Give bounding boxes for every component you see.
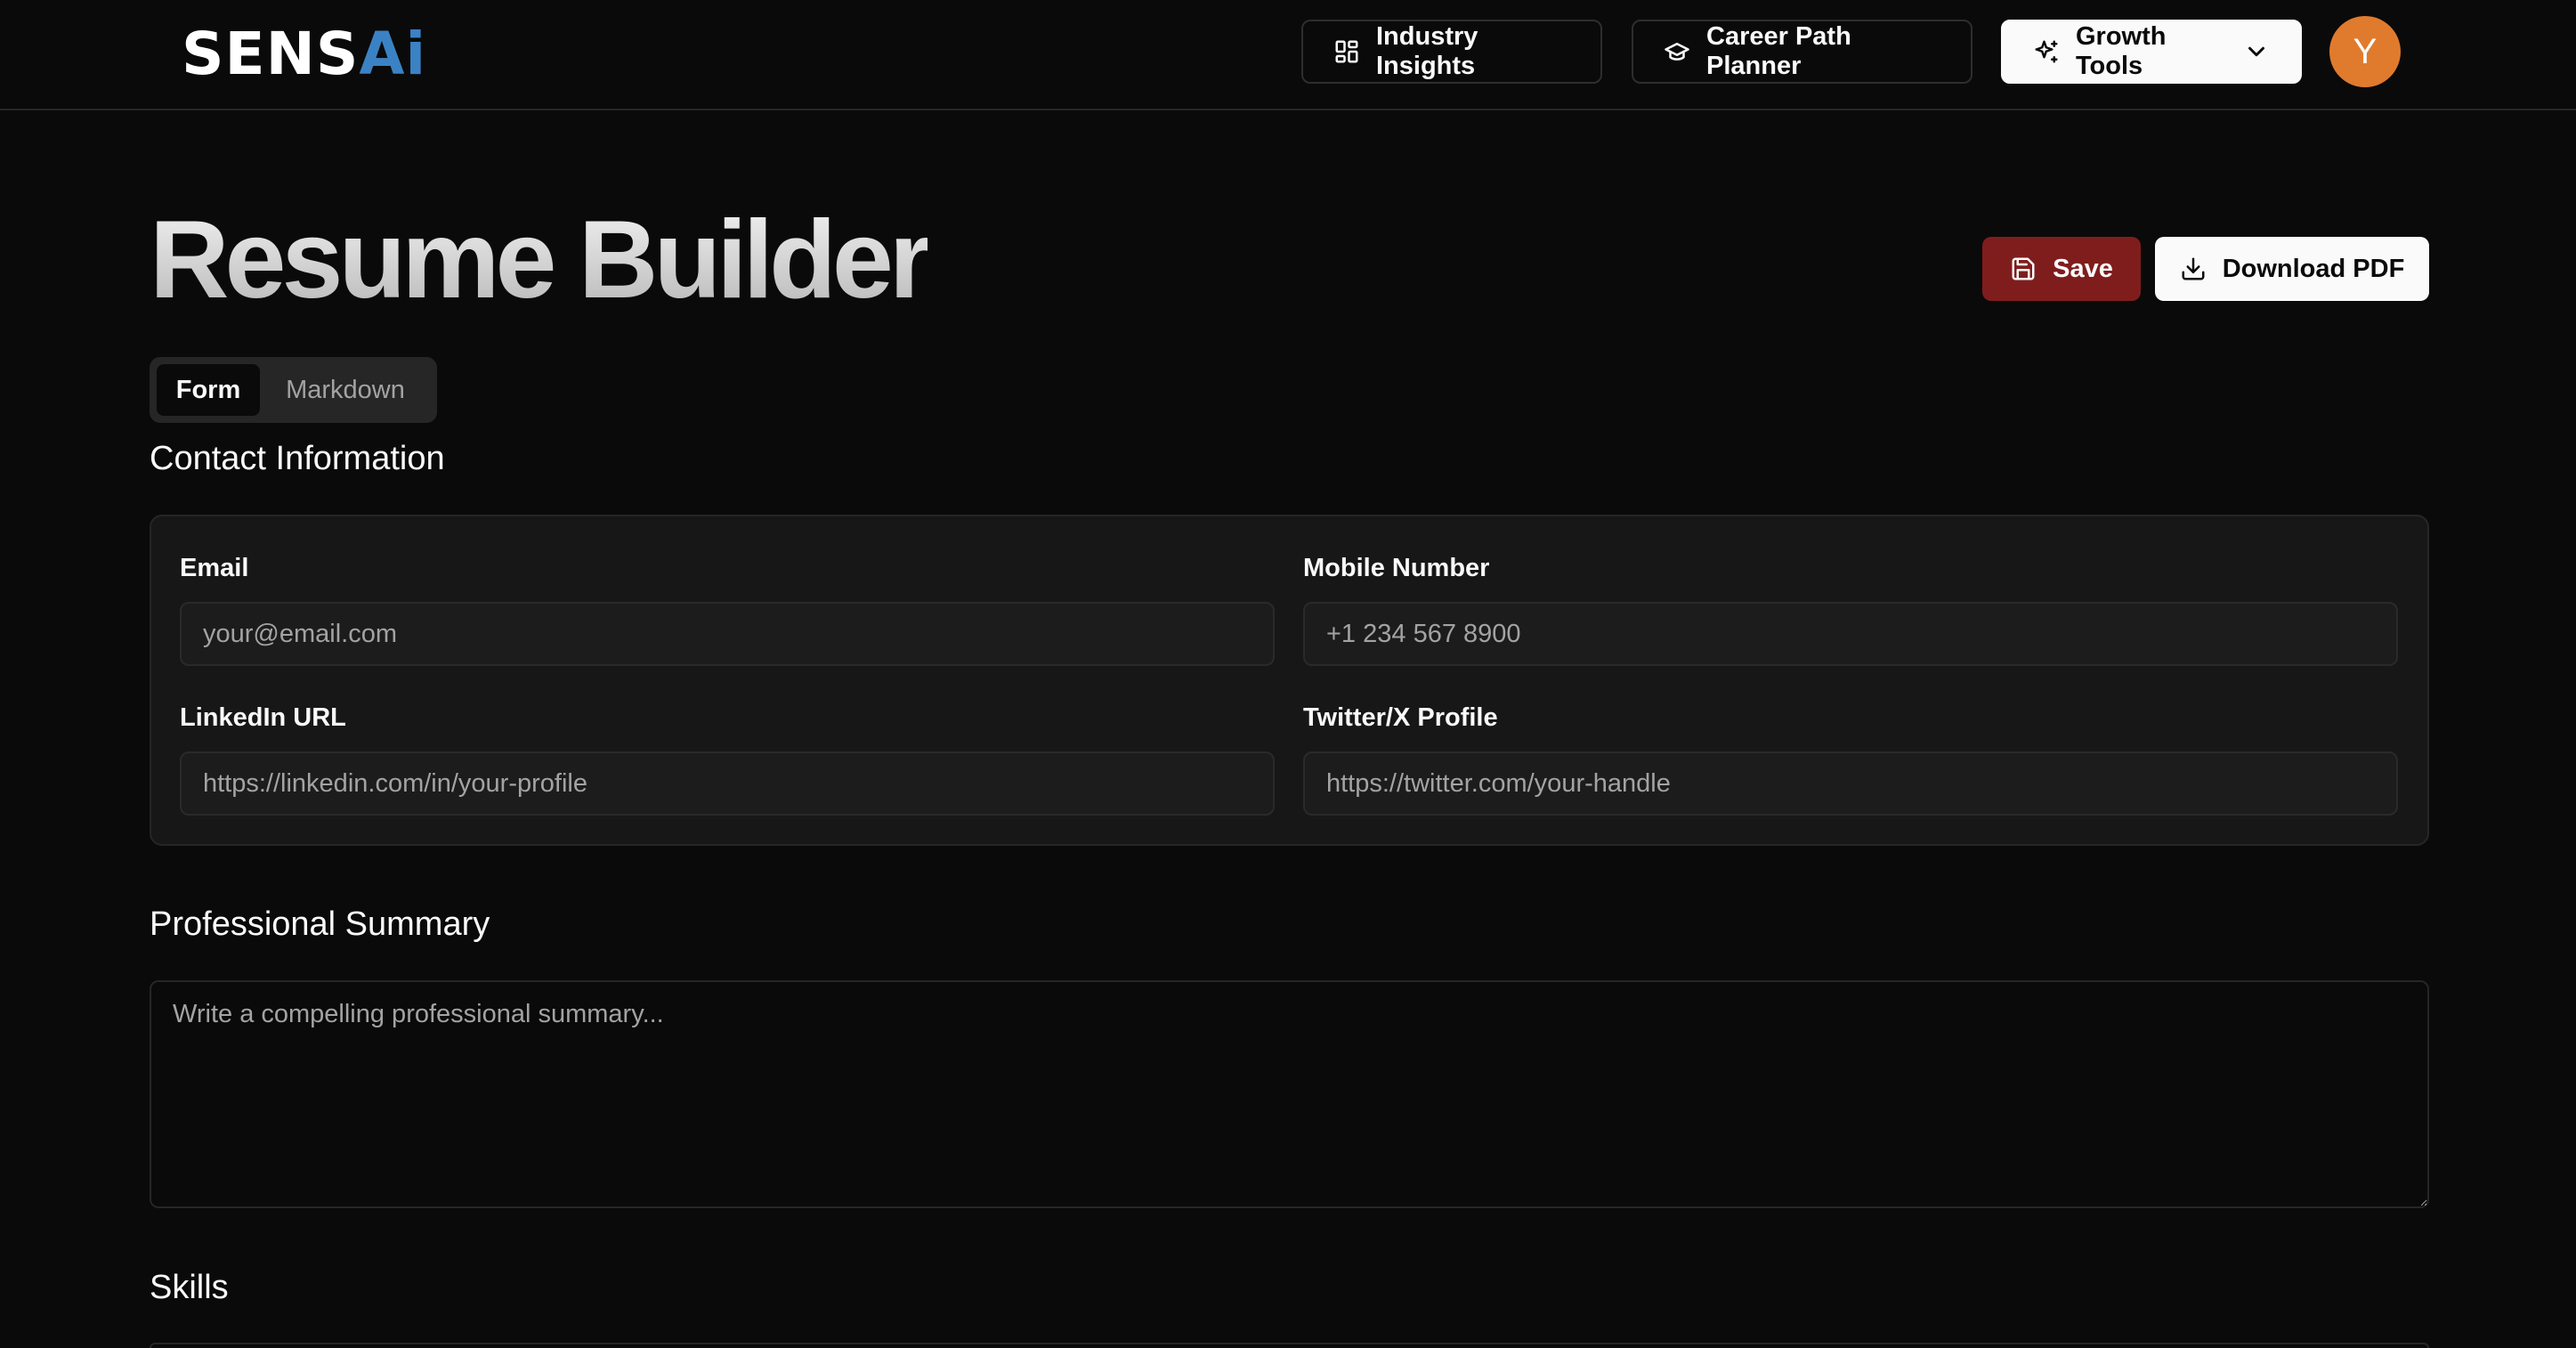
industry-insights-button[interactable]: Industry Insights [1301,20,1602,84]
mobile-number-label: Mobile Number [1303,554,1490,582]
graduation-cap-icon [1665,43,1689,61]
tab-form[interactable]: Form [157,364,260,416]
grid-icon [1335,40,1358,63]
download-icon [2182,257,2205,280]
save-icon [2012,257,2035,280]
email-field[interactable] [180,602,1275,666]
chevron-down-icon [2248,46,2264,57]
page-title: Resume Builder [150,199,932,321]
user-avatar[interactable]: Y [2329,16,2401,87]
professional-summary-heading: Professional Summary [150,905,490,943]
view-tabs: Form Markdown [150,357,437,423]
skills-input-edge[interactable] [150,1343,2429,1348]
professional-summary-textarea[interactable] [150,980,2429,1208]
contact-information-card: Email Mobile Number LinkedIn URL Twitter… [150,515,2429,846]
save-button[interactable]: Save [1982,237,2141,301]
linkedin-url-field[interactable] [180,751,1275,816]
twitter-profile-label: Twitter/X Profile [1303,703,1498,732]
twitter-profile-field[interactable] [1303,751,2398,816]
career-path-planner-label: Career Path Planner [1706,22,1851,80]
growth-tools-label: Growth Tools [2076,22,2167,80]
contact-information-heading: Contact Information [150,440,445,477]
save-label: Save [2053,254,2113,283]
top-navigation-bar: SENS Ai Industry Insights Career Path Pla… [0,0,2576,110]
logo-accent-text: Ai [359,19,427,88]
career-path-planner-button[interactable]: Career Path Planner [1632,20,1973,84]
industry-insights-label: Industry Insights [1376,22,1478,80]
tab-markdown[interactable]: Markdown [265,364,425,416]
mobile-number-field[interactable] [1303,602,2398,666]
logo-text: SENS [182,19,360,88]
download-pdf-button[interactable]: Download PDF [2155,237,2429,301]
skills-heading: Skills [150,1269,229,1306]
avatar-initial: Y [2353,31,2378,71]
email-label: Email [180,554,249,582]
sensai-logo[interactable]: SENS Ai [182,18,426,89]
linkedin-url-label: LinkedIn URL [180,703,346,732]
sparkles-icon [2035,40,2058,63]
download-pdf-label: Download PDF [2222,254,2405,283]
growth-tools-dropdown-button[interactable]: Growth Tools [2001,20,2302,84]
